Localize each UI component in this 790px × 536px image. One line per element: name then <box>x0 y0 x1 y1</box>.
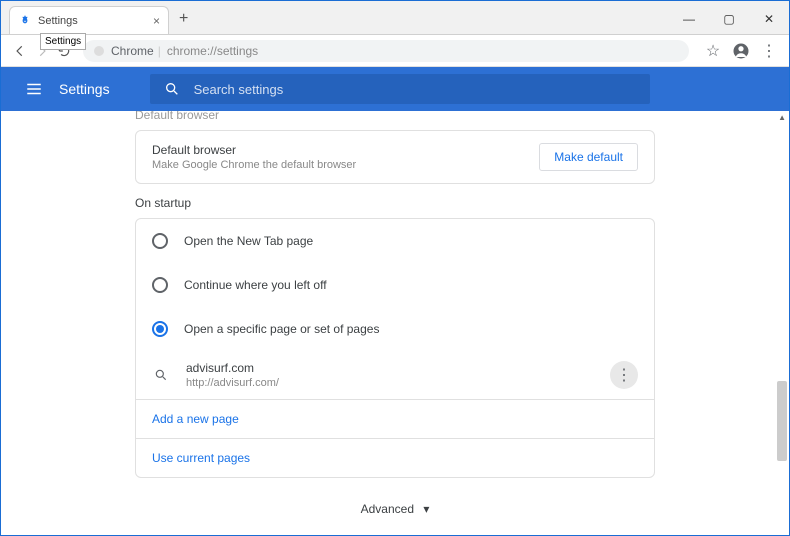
radio-new-tab[interactable]: Open the New Tab page <box>136 219 654 263</box>
startup-page-row: advisurf.com http://advisurf.com/ ⋮ <box>136 351 654 399</box>
radio-label: Open a specific page or set of pages <box>184 322 379 336</box>
scrollbar-thumb[interactable] <box>777 381 787 461</box>
radio-label: Open the New Tab page <box>184 234 313 248</box>
settings-content: Default browser Default browser Make Goo… <box>1 111 789 535</box>
page-more-icon[interactable]: ⋮ <box>610 361 638 389</box>
tab-tooltip: Settings <box>40 33 86 50</box>
section-on-startup-heading: On startup <box>135 196 655 210</box>
radio-specific-page[interactable]: Open a specific page or set of pages <box>136 307 654 351</box>
settings-gear-icon <box>18 14 32 28</box>
radio-checked-icon <box>152 321 168 337</box>
minimize-button[interactable]: — <box>669 4 709 34</box>
radio-icon <box>152 277 168 293</box>
page-title: Settings <box>59 81 110 97</box>
tab-title: Settings <box>38 15 153 27</box>
maximize-button[interactable]: ▢ <box>709 4 749 34</box>
new-tab-button[interactable]: + <box>179 10 188 34</box>
add-new-page-link[interactable]: Add a new page <box>136 400 654 438</box>
startup-page-url: http://advisurf.com/ <box>186 377 610 389</box>
on-startup-card: Open the New Tab page Continue where you… <box>135 218 655 478</box>
use-current-pages-link[interactable]: Use current pages <box>136 439 654 477</box>
window-titlebar: Settings × + — ▢ ✕ <box>1 1 789 35</box>
chrome-icon <box>93 45 105 57</box>
radio-label: Continue where you left off <box>184 278 327 292</box>
browser-toolbar: Chrome | chrome://settings ☆ ⋮ <box>1 35 789 67</box>
hamburger-menu-icon[interactable] <box>25 80 43 98</box>
bookmark-star-icon[interactable]: ☆ <box>701 39 725 63</box>
tab-close-icon[interactable]: × <box>153 14 160 28</box>
settings-header: Settings <box>1 67 789 111</box>
search-settings-input[interactable] <box>194 82 636 97</box>
make-default-button[interactable]: Make default <box>539 143 638 171</box>
default-browser-title: Default browser <box>152 143 539 157</box>
advanced-toggle[interactable]: Advanced ▾ <box>135 502 655 516</box>
back-button[interactable] <box>9 40 31 62</box>
close-button[interactable]: ✕ <box>749 4 789 34</box>
omnibox-prefix: Chrome <box>111 44 154 58</box>
scrollbar-up-arrow[interactable]: ▲ <box>778 113 786 122</box>
startup-page-name: advisurf.com <box>186 361 610 375</box>
omnibox-url: chrome://settings <box>167 44 258 58</box>
address-bar[interactable]: Chrome | chrome://settings <box>83 40 689 62</box>
search-icon <box>164 81 180 97</box>
section-default-browser-heading: Default browser <box>135 111 655 122</box>
omnibox-divider: | <box>158 44 161 58</box>
chevron-down-icon: ▾ <box>423 502 429 516</box>
radio-icon <box>152 233 168 249</box>
radio-continue[interactable]: Continue where you left off <box>136 263 654 307</box>
default-browser-subtitle: Make Google Chrome the default browser <box>152 159 539 171</box>
magnifier-icon <box>152 366 170 384</box>
window-controls: — ▢ ✕ <box>669 4 789 34</box>
advanced-label: Advanced <box>361 502 414 516</box>
default-browser-card: Default browser Make Google Chrome the d… <box>135 130 655 184</box>
search-settings-box[interactable] <box>150 74 650 104</box>
kebab-menu-icon[interactable]: ⋮ <box>757 39 781 63</box>
browser-tab[interactable]: Settings × <box>9 6 169 34</box>
account-icon[interactable] <box>729 39 753 63</box>
